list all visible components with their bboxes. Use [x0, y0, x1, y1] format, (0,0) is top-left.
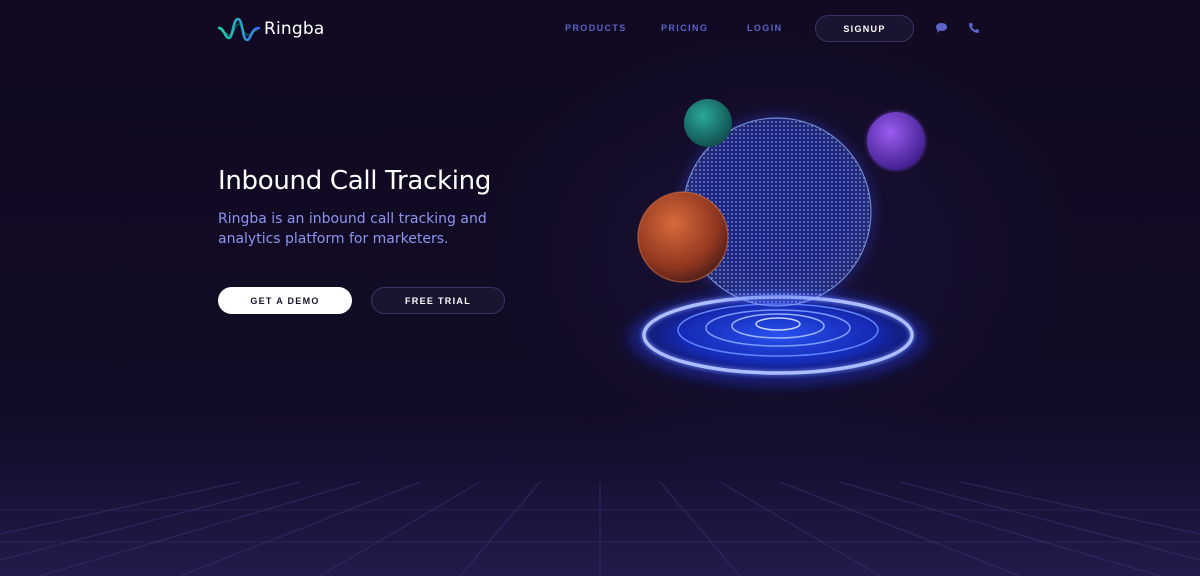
nav-link-login[interactable]: LOGIN — [747, 23, 783, 33]
free-trial-button[interactable]: FREE TRIAL — [371, 287, 505, 314]
hero-illustration — [628, 99, 928, 386]
brand-name: Ringba — [264, 19, 325, 39]
brand-logo[interactable]: Ringba — [218, 16, 325, 42]
signup-button[interactable]: SIGNUP — [815, 15, 914, 42]
top-nav: Ringba PRODUCTS PRICING LOGIN SIGNUP — [0, 0, 1200, 56]
teal-orb — [684, 99, 732, 147]
nav-link-pricing[interactable]: PRICING — [661, 23, 708, 33]
hero-title: Inbound Call Tracking — [218, 166, 492, 196]
landing-page: Ringba PRODUCTS PRICING LOGIN SIGNUP Inb… — [0, 0, 1200, 576]
hero-subtitle: Ringba is an inbound call tracking and a… — [218, 211, 487, 247]
get-demo-button[interactable]: GET A DEMO — [218, 287, 352, 314]
floor-grid — [0, 462, 1200, 576]
chat-bubble-icon[interactable] — [935, 22, 948, 34]
phone-icon[interactable] — [968, 22, 980, 34]
ringba-wave-icon — [218, 17, 260, 42]
nav-link-products[interactable]: PRODUCTS — [565, 23, 627, 33]
